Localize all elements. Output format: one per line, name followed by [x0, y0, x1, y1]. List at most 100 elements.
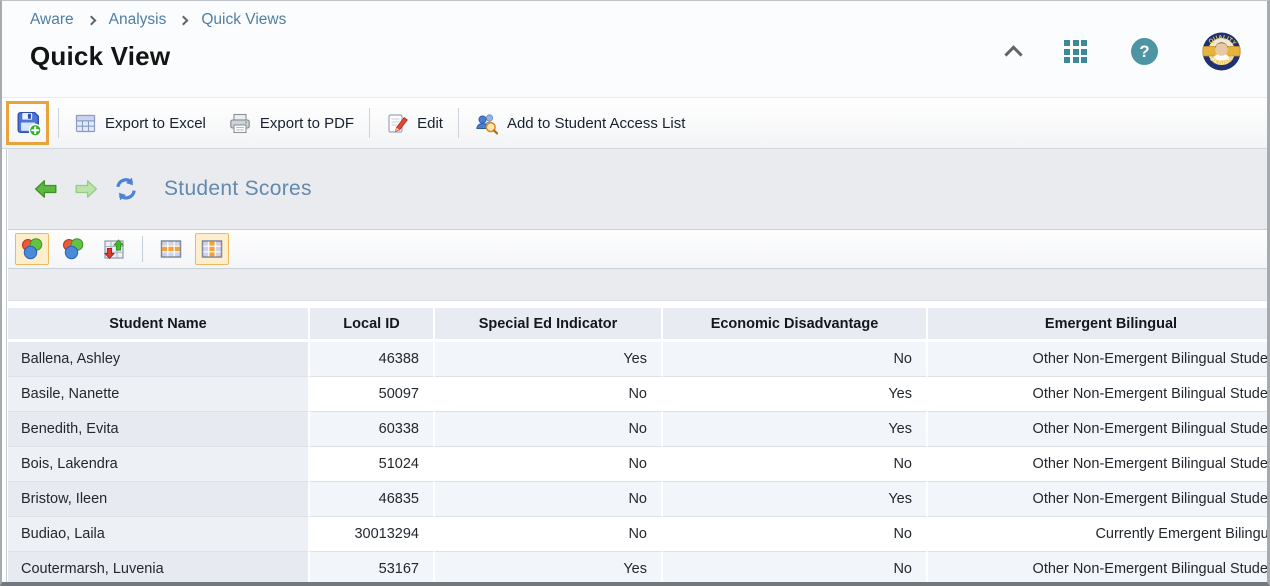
- content-area: Student Scores: [2, 149, 1267, 586]
- export-excel-label: Export to Excel: [105, 115, 206, 132]
- economic-disadvantage-cell[interactable]: Yes: [663, 481, 928, 516]
- row-layout-button[interactable]: [154, 233, 188, 265]
- table-body: Ballena, Ashley46388YesNoOther Non-Emerg…: [8, 341, 1267, 586]
- emergent-bilingual-cell[interactable]: Other Non-Emergent Bilingual Student: [928, 341, 1267, 376]
- help-icon[interactable]: ?: [1131, 38, 1158, 65]
- special-ed-indicator-cell[interactable]: No: [435, 516, 663, 551]
- user-avatar[interactable]: QUALITY CONTENT: [1202, 32, 1241, 71]
- breadcrumb-item-analysis[interactable]: Analysis: [109, 11, 167, 29]
- toolbar-separator: [58, 108, 59, 138]
- chevron-right-icon: [179, 16, 189, 26]
- summary-circles-alt-button[interactable]: [56, 233, 90, 265]
- save-disk-icon: [14, 109, 42, 137]
- student-name-cell[interactable]: Bois, Lakendra: [8, 446, 310, 481]
- economic-disadvantage-cell[interactable]: Yes: [663, 411, 928, 446]
- table-row[interactable]: Benedith, Evita60338NoYesOther Non-Emerg…: [8, 411, 1267, 446]
- column-layout-button[interactable]: [195, 233, 229, 265]
- local-id-cell[interactable]: 60338: [310, 411, 435, 446]
- special-ed-indicator-cell[interactable]: No: [435, 446, 663, 481]
- forward-arrow-button[interactable]: [72, 175, 100, 203]
- special-ed-indicator-cell[interactable]: No: [435, 411, 663, 446]
- forward-arrow-icon: [74, 179, 98, 199]
- edit-label: Edit: [417, 115, 443, 132]
- emergent-bilingual-cell[interactable]: Other Non-Emergent Bilingual Student: [928, 481, 1267, 516]
- economic-disadvantage-cell[interactable]: No: [663, 446, 928, 481]
- economic-disadvantage-cell[interactable]: No: [663, 341, 928, 376]
- table-row[interactable]: Budiao, Laila30013294NoNoCurrently Emerg…: [8, 516, 1267, 551]
- colored-circles-icon: [61, 237, 85, 261]
- refresh-button[interactable]: [112, 175, 140, 203]
- emergent-bilingual-cell[interactable]: Other Non-Emergent Bilingual Student: [928, 411, 1267, 446]
- special-ed-indicator-cell[interactable]: No: [435, 376, 663, 411]
- collapse-chevron-up-icon[interactable]: [1004, 45, 1022, 63]
- local-id-column-header[interactable]: Local ID: [310, 308, 435, 341]
- special-ed-indicator-cell[interactable]: Yes: [435, 551, 663, 586]
- local-id-cell[interactable]: 46835: [310, 481, 435, 516]
- economic-disadvantage-column-header[interactable]: Economic Disadvantage: [663, 308, 928, 341]
- chevron-right-icon: [86, 16, 96, 26]
- view-navigation-bar: Student Scores: [8, 149, 1267, 230]
- local-id-cell[interactable]: 30013294: [310, 516, 435, 551]
- student-scores-table-wrap: Student NameLocal IDSpecial Ed Indicator…: [8, 308, 1267, 586]
- student-name-cell[interactable]: Bristow, Ileen: [8, 481, 310, 516]
- student-name-cell[interactable]: Budiao, Laila: [8, 516, 310, 551]
- table-row[interactable]: Ballena, Ashley46388YesNoOther Non-Emerg…: [8, 341, 1267, 376]
- table-gap: [8, 301, 1267, 308]
- table-row[interactable]: Bristow, Ileen46835NoYesOther Non-Emerge…: [8, 481, 1267, 516]
- emergent-bilingual-cell[interactable]: Currently Emergent Bilingual: [928, 516, 1267, 551]
- breadcrumb: Aware Analysis Quick Views: [30, 11, 286, 29]
- student-name-cell[interactable]: Coutermarsh, Luvenia: [8, 551, 310, 586]
- back-arrow-button[interactable]: [32, 175, 60, 203]
- local-id-cell[interactable]: 53167: [310, 551, 435, 586]
- summary-circles-button[interactable]: [15, 233, 49, 265]
- header-left: Aware Analysis Quick Views Quick View: [2, 1, 286, 97]
- table-row[interactable]: Basile, Nanette50097NoYesOther Non-Emerg…: [8, 376, 1267, 411]
- sort-grid-button[interactable]: [97, 233, 131, 265]
- local-id-cell[interactable]: 50097: [310, 376, 435, 411]
- export-pdf-button[interactable]: Export to PDF: [217, 103, 365, 143]
- breadcrumb-item-quick-views[interactable]: Quick Views: [201, 11, 286, 29]
- page-header: Aware Analysis Quick Views Quick View ?: [2, 1, 1267, 97]
- student-name-cell[interactable]: Basile, Nanette: [8, 376, 310, 411]
- back-arrow-icon: [34, 179, 58, 199]
- spacer-panel: [8, 269, 1267, 301]
- app-launcher-grid-icon[interactable]: [1064, 40, 1087, 63]
- toolbar-separator: [369, 108, 370, 138]
- table-row[interactable]: Coutermarsh, Luvenia53167YesNoOther Non-…: [8, 551, 1267, 586]
- breadcrumb-item-aware[interactable]: Aware: [30, 11, 74, 29]
- local-id-cell[interactable]: 51024: [310, 446, 435, 481]
- table-row[interactable]: Bois, Lakendra51024NoNoOther Non-Emergen…: [8, 446, 1267, 481]
- student-name-column-header[interactable]: Student Name: [8, 308, 310, 341]
- access-list-label: Add to Student Access List: [507, 115, 685, 132]
- refresh-icon: [113, 177, 139, 201]
- emergent-bilingual-cell[interactable]: Other Non-Emergent Bilingual Student: [928, 446, 1267, 481]
- special-ed-indicator-cell[interactable]: Yes: [435, 341, 663, 376]
- page-title: Quick View: [30, 41, 286, 72]
- main-toolbar: Export to Excel Export to PDF Edit: [2, 97, 1267, 149]
- view-title: Student Scores: [164, 177, 312, 201]
- save-button[interactable]: [14, 109, 42, 137]
- emergent-bilingual-column-header[interactable]: Emergent Bilingual: [928, 308, 1267, 341]
- special-ed-indicator-cell[interactable]: No: [435, 481, 663, 516]
- table-header-row: Student NameLocal IDSpecial Ed Indicator…: [8, 308, 1267, 341]
- toolbar-separator: [142, 236, 143, 262]
- student-name-cell[interactable]: Ballena, Ashley: [8, 341, 310, 376]
- economic-disadvantage-cell[interactable]: Yes: [663, 376, 928, 411]
- save-button-highlight-box: [6, 101, 49, 145]
- add-to-student-access-list-button[interactable]: Add to Student Access List: [463, 103, 696, 143]
- student-scores-table: Student NameLocal IDSpecial Ed Indicator…: [8, 308, 1267, 586]
- edit-button[interactable]: Edit: [374, 103, 454, 143]
- economic-disadvantage-cell[interactable]: No: [663, 516, 928, 551]
- header-actions: ? QUALITY CON: [1007, 1, 1267, 97]
- view-options-toolbar: [8, 230, 1267, 269]
- emergent-bilingual-cell[interactable]: Other Non-Emergent Bilingual Student: [928, 376, 1267, 411]
- economic-disadvantage-cell[interactable]: No: [663, 551, 928, 586]
- special-ed-indicator-column-header[interactable]: Special Ed Indicator: [435, 308, 663, 341]
- printer-icon: [228, 112, 252, 135]
- export-excel-button[interactable]: Export to Excel: [63, 103, 217, 143]
- student-name-cell[interactable]: Benedith, Evita: [8, 411, 310, 446]
- table-row-highlight-icon: [159, 238, 183, 260]
- emergent-bilingual-cell[interactable]: Other Non-Emergent Bilingual Student: [928, 551, 1267, 586]
- people-search-icon: [474, 112, 499, 135]
- local-id-cell[interactable]: 46388: [310, 341, 435, 376]
